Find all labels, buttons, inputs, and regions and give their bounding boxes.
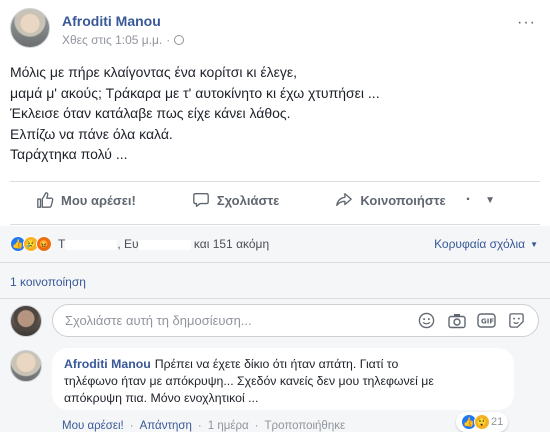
comment-input[interactable] [65, 313, 417, 328]
comment-reaction-count: 21 [491, 416, 504, 428]
post-line: Έκλεισε όταν κατάλαβε πως είχε κάνει λάθ… [10, 105, 291, 121]
redacted-name [65, 239, 118, 250]
comment-sort-label: Κορυφαία σχόλια [434, 237, 526, 251]
commenter-avatar[interactable] [10, 350, 42, 382]
gif-icon[interactable]: GIF [477, 311, 496, 330]
comment-bubble: Afroditi Manou Πρέπει να έχετε δίκιο ότι … [52, 348, 514, 410]
post-line: μαμά μ' ακούς; Τράκαρα με τ' αυτοκίνητο … [10, 84, 380, 101]
sticker-icon[interactable] [507, 311, 526, 330]
share-label: Κοινοποιήστε [360, 192, 446, 208]
reaction-names[interactable]: Τ, Ευ και 151 ακόμη [58, 237, 269, 251]
comment-button[interactable]: Σχολιάστε [192, 191, 279, 209]
post-actions: Μου αρέσει! Σχολιάστε Κοινοποιήστε · ▼ [10, 182, 540, 218]
share-arrow-icon [336, 193, 353, 207]
dot-separator: · [197, 420, 202, 432]
comment-composer: GIF [0, 298, 550, 342]
post-header: Afroditi Manou Χθες στις 1:05 μ.μ. · ··· [10, 8, 540, 52]
post-line: Ταράχτηκα πολύ ... [10, 146, 128, 162]
dot-icon: · [465, 191, 472, 208]
comment-sort-dropdown[interactable]: Κορυφαία σχόλια ▼ [434, 237, 538, 251]
comment-reply-link[interactable]: Απάντηση [140, 420, 192, 432]
angry-reaction-icon: 😡 [36, 236, 52, 252]
share-count[interactable]: 1 κοινοποίηση [0, 262, 550, 298]
share-button[interactable]: Κοινοποιήστε [335, 191, 446, 209]
comment-text: Πρέπει να έχετε δίκιο ότι ήταν απάτη. Γι… [154, 357, 399, 371]
comment-text: απόκρυψη πια. Μόνο ενοχλητικοί ... [64, 391, 259, 405]
thumbs-up-icon [37, 192, 54, 208]
svg-text:GIF: GIF [481, 318, 494, 326]
dot-separator: · [254, 420, 259, 432]
redacted-name [138, 239, 191, 250]
reaction-icons[interactable]: 👍 😢 😡 [10, 236, 52, 252]
comment-reactions[interactable]: 👍 😲 21 [456, 412, 509, 432]
comment-item: Afroditi Manou Πρέπει να έχετε δίκιο ότι … [0, 342, 550, 432]
comment-time[interactable]: 1 ημέρα [208, 420, 249, 432]
chevron-down-icon: ▼ [485, 194, 495, 206]
current-user-avatar [10, 305, 42, 337]
comment-like-link[interactable]: Μου αρέσει! [62, 420, 124, 432]
post-meta: Χθες στις 1:05 μ.μ. · [62, 33, 185, 47]
comment-label: Σχολιάστε [216, 192, 280, 208]
composer-tools: GIF [417, 311, 526, 330]
post-timestamp[interactable]: Χθες στις 1:05 μ.μ. [62, 33, 162, 47]
comment-text: τηλέφωνο ήταν με απόκρυψη... Σχεδόν κανε… [64, 374, 434, 388]
commenter-name[interactable]: Afroditi Manou [64, 357, 151, 371]
camera-icon[interactable] [447, 311, 466, 330]
like-button[interactable]: Μου αρέσει! [36, 191, 136, 209]
caret-down-icon: ▼ [530, 239, 538, 249]
reactions-summary: 👍 😢 😡 Τ, Ευ και 151 ακόμη Κορυφαία σχόλι… [0, 226, 550, 262]
audience-selector[interactable]: · ▼ [466, 191, 495, 209]
comment-input-box[interactable]: GIF [52, 304, 539, 337]
more-options-icon[interactable]: ··· [517, 14, 536, 32]
post-body: Μόλις με πήρε κλαίγοντας ένα κορίτσι κι … [10, 62, 530, 165]
dot-separator: · [129, 420, 134, 432]
emoji-icon[interactable] [417, 311, 436, 330]
divider [10, 224, 540, 225]
globe-icon [174, 35, 185, 45]
post-line: Μόλις με πήρε κλαίγοντας ένα κορίτσι κι … [10, 64, 298, 80]
wow-reaction-icon: 😲 [474, 414, 490, 430]
post-line: Ελπίζω να πάνε όλα καλά. [10, 125, 173, 142]
meta-separator: · [166, 33, 171, 47]
comment-edited-label[interactable]: Τροποποιήθηκε [265, 420, 346, 432]
author-avatar[interactable] [10, 8, 50, 48]
post-author-name[interactable]: Afroditi Manou [62, 13, 161, 29]
comment-bubble-icon [192, 193, 209, 207]
comment-actions: Μου αρέσει! · Απάντηση · 1 ημέρα · Τροπο… [62, 420, 345, 432]
like-label: Μου αρέσει! [61, 192, 136, 208]
